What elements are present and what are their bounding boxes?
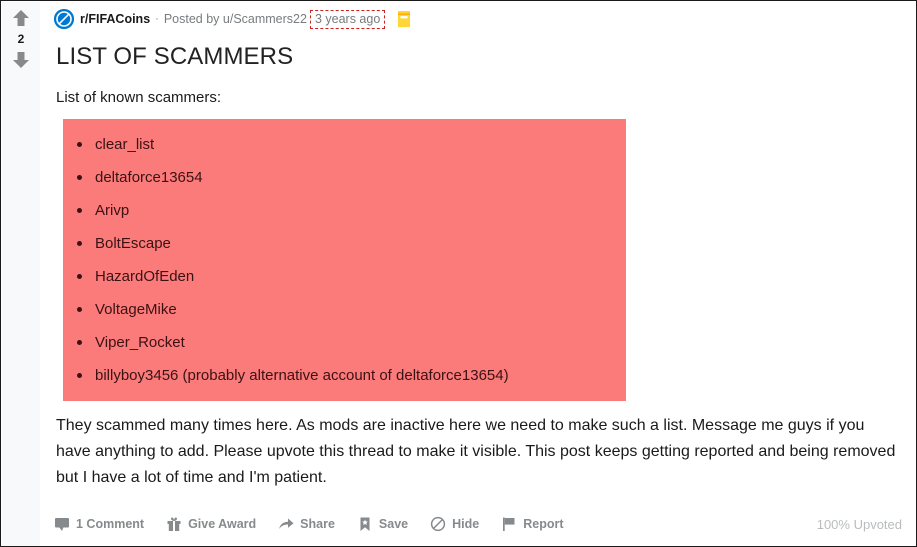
post-content: r/FIFACoins · Posted by u/Scammers22 3 y… bbox=[40, 2, 915, 545]
save-button[interactable]: Save bbox=[357, 516, 408, 532]
vote-column: 2 bbox=[2, 2, 40, 546]
subreddit-link[interactable]: r/FIFACoins bbox=[80, 12, 150, 26]
list-item: Viper_Rocket bbox=[63, 326, 626, 359]
post-meta: r/FIFACoins · Posted by u/Scammers22 3 y… bbox=[54, 2, 901, 36]
share-label: Share bbox=[300, 517, 335, 531]
subreddit-avatar-icon bbox=[54, 9, 74, 29]
meta-separator: · bbox=[155, 13, 159, 25]
arrow-down-icon[interactable] bbox=[11, 50, 31, 70]
bookmark-icon bbox=[357, 516, 373, 532]
list-item: Arivp bbox=[63, 194, 626, 227]
comment-icon bbox=[54, 516, 70, 532]
list-item: clear_list bbox=[63, 128, 626, 161]
award-badge-icon[interactable] bbox=[395, 10, 413, 28]
give-award-label: Give Award bbox=[188, 517, 257, 531]
share-icon bbox=[278, 516, 294, 532]
share-button[interactable]: Share bbox=[278, 516, 335, 532]
arrow-up-icon[interactable] bbox=[11, 8, 31, 28]
list-item: billyboy3456 (probably alternative accou… bbox=[63, 359, 626, 392]
report-button[interactable]: Report bbox=[501, 516, 564, 532]
list-item: VoltageMike bbox=[63, 293, 626, 326]
report-label: Report bbox=[523, 517, 564, 531]
upvoted-ratio: 100% Upvoted bbox=[816, 516, 902, 532]
save-label: Save bbox=[378, 517, 409, 531]
scammer-list: clear_list deltaforce13654 Arivp BoltEsc… bbox=[63, 119, 626, 401]
comments-label: 1 Comment bbox=[76, 517, 145, 531]
gift-icon bbox=[166, 516, 182, 532]
post-timestamp: 3 years ago bbox=[314, 11, 381, 26]
list-item: HazardOfEden bbox=[63, 260, 626, 293]
list-item: BoltEscape bbox=[63, 227, 626, 260]
page-title: LIST OF SCAMMERS bbox=[56, 43, 294, 70]
reddit-post-card: 2 r/FIFACoins · Posted by u/Scammers22 3… bbox=[0, 0, 917, 547]
post-body-text: They scammed many times here. As mods ar… bbox=[56, 417, 896, 486]
list-item: deltaforce13654 bbox=[63, 161, 626, 194]
flag-icon bbox=[501, 516, 517, 532]
post-timestamp-selection[interactable]: 3 years ago bbox=[309, 9, 386, 29]
hide-icon bbox=[430, 516, 446, 532]
post-action-bar: 1 Comment Give Award Share Save Hide Rep… bbox=[54, 511, 902, 537]
hide-button[interactable]: Hide bbox=[430, 516, 479, 532]
vote-score: 2 bbox=[17, 32, 25, 46]
comments-button[interactable]: 1 Comment bbox=[54, 516, 144, 532]
hide-label: Hide bbox=[452, 517, 480, 531]
give-award-button[interactable]: Give Award bbox=[166, 516, 256, 532]
post-intro-text: List of known scammers: bbox=[56, 89, 222, 106]
post-author[interactable]: Posted by u/Scammers22 bbox=[164, 12, 307, 26]
